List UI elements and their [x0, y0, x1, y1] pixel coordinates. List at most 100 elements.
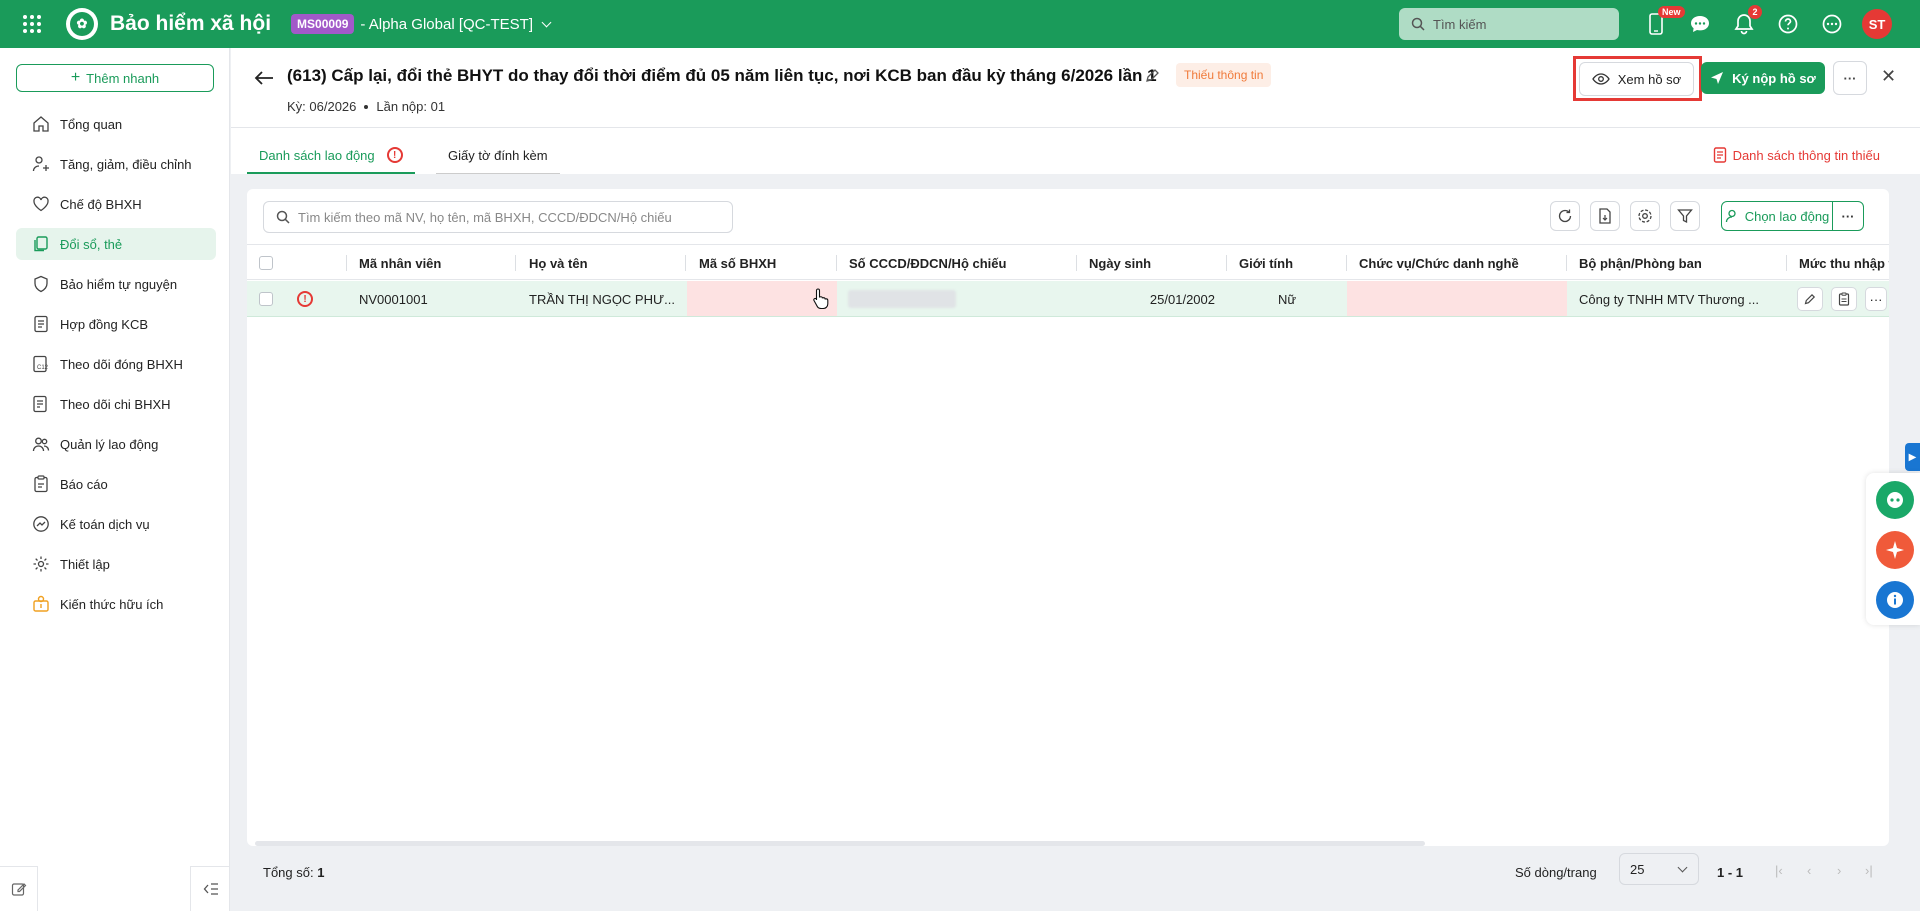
feedback-button[interactable] [0, 866, 38, 911]
sidebar-item-labor-management[interactable]: Quản lý lao động [16, 428, 216, 460]
sidebar-item-card-exchange[interactable]: Đổi sổ, thẻ [16, 228, 216, 260]
sidebar-item-settings[interactable]: Thiết lập [16, 548, 216, 580]
employee-search-input[interactable]: Tìm kiếm theo mã NV, họ tên, mã BHXH, CC… [263, 201, 733, 233]
tabs-bar: Danh sách lao động ! Giấy tờ đính kèm Da… [231, 128, 1920, 174]
table-row[interactable]: ! NV0001001 TRẦN THỊ NGỌC PHƯ... 25/01/2… [247, 281, 1889, 317]
employee-table-card: Tìm kiếm theo mã NV, họ tên, mã BHXH, CC… [247, 189, 1889, 885]
collapse-sidebar-button[interactable] [190, 866, 230, 911]
sidebar-item-label: Đổi sổ, thẻ [60, 236, 123, 252]
row-checkbox[interactable] [259, 292, 273, 306]
total-value: 1 [317, 865, 325, 880]
column-header[interactable]: Bộ phận/Phòng ban [1567, 245, 1787, 279]
tenant-code-badge[interactable]: MS00009 [291, 14, 355, 34]
refresh-button[interactable] [1550, 201, 1580, 231]
choose-employee-button[interactable]: Chọn lao động [1721, 201, 1833, 231]
edit-title-icon[interactable] [1145, 68, 1160, 83]
apps-grid-icon[interactable] [21, 13, 43, 35]
more-circle-icon [1822, 14, 1842, 34]
tab-label: Giấy tờ đính kèm [448, 148, 548, 163]
people-icon [32, 437, 50, 452]
filter-button[interactable] [1670, 201, 1700, 231]
close-icon[interactable]: ✕ [1881, 66, 1896, 87]
scrollbar-thumb[interactable] [255, 841, 1425, 846]
sidebar-item-payout-tracking[interactable]: Theo dõi chi BHXH [16, 388, 216, 420]
top-bar: ✿ Bảo hiểm xã hội MS00009 - Alpha Global… [0, 0, 1920, 48]
employee-search-placeholder: Tìm kiếm theo mã NV, họ tên, mã BHXH, CC… [298, 209, 672, 225]
sidebar-item-service-accounting[interactable]: Kế toán dịch vụ [16, 508, 216, 540]
side-panel-toggle[interactable]: ▶ [1905, 443, 1920, 471]
shield-icon [34, 275, 48, 293]
refresh-icon [1558, 209, 1572, 223]
position-cell[interactable] [1347, 281, 1567, 316]
select-all-checkbox[interactable] [259, 256, 273, 270]
notifications-button[interactable]: 2 [1722, 0, 1766, 48]
collapse-left-icon [203, 883, 218, 895]
mobile-app-button[interactable]: New [1634, 0, 1685, 48]
row-more-button[interactable]: ··· [1865, 287, 1887, 311]
chevron-down-icon[interactable] [541, 17, 552, 27]
row-clipboard-button[interactable] [1831, 287, 1857, 311]
sidebar-item-label: Tổng quan [60, 116, 123, 132]
submission-count-label: Lần nộp: 01 [376, 99, 446, 114]
chat-button[interactable] [1678, 0, 1722, 48]
sidebar-item-reports[interactable]: Báo cáo [16, 468, 216, 500]
quick-add-button[interactable]: + Thêm nhanh [16, 64, 214, 92]
tab-attachments[interactable]: Giấy tờ đính kèm [436, 138, 560, 174]
page-header: (613) Cấp lại, đổi thẻ BHYT do thay đổi … [231, 48, 1920, 128]
sidebar-item-knowledge[interactable]: Kiến thức hữu ích [16, 588, 216, 620]
info-button[interactable] [1876, 581, 1914, 619]
sidebar-nav: Tổng quan Tăng, giảm, điều chỉnh Chế độ … [16, 108, 216, 628]
column-header[interactable]: Mã nhân viên [347, 245, 515, 279]
first-page-icon[interactable]: |‹ [1775, 863, 1783, 878]
row-checkbox-cell[interactable] [249, 281, 273, 316]
tenant-name[interactable]: - Alpha Global [QC-TEST] [360, 16, 533, 33]
sign-submit-button[interactable]: Ký nộp hồ sơ [1701, 62, 1825, 94]
global-search-placeholder: Tìm kiếm [1433, 16, 1487, 32]
sidebar-item-adjustments[interactable]: Tăng, giảm, điều chỉnh [16, 148, 216, 180]
sidebar-item-voluntary-insurance[interactable]: Bảo hiểm tự nguyện [16, 268, 216, 300]
back-arrow-icon[interactable] [253, 68, 275, 88]
sidebar-item-contribution-tracking[interactable]: C12 Theo dõi đóng BHXH [16, 348, 216, 380]
prev-page-icon[interactable]: ‹ [1807, 863, 1811, 878]
more-apps-button[interactable] [1810, 0, 1854, 48]
ai-assistant-button[interactable] [1876, 531, 1914, 569]
rows-per-page-value: 25 [1630, 861, 1645, 877]
missing-info-link[interactable]: Danh sách thông tin thiếu [1713, 147, 1880, 163]
row-edit-button[interactable] [1797, 287, 1823, 311]
gear-icon [33, 556, 49, 572]
column-header[interactable]: Chức vụ/Chức danh nghề [1347, 245, 1567, 279]
user-avatar[interactable]: ST [1862, 9, 1892, 39]
export-button[interactable] [1590, 201, 1620, 231]
select-all-checkbox-cell[interactable] [249, 245, 273, 279]
next-page-icon[interactable]: › [1837, 863, 1841, 878]
help-button[interactable] [1766, 0, 1810, 48]
column-header[interactable]: Họ và tên [517, 245, 685, 279]
more-actions-button[interactable]: ··· [1833, 61, 1867, 95]
warning-icon: ! [386, 147, 403, 163]
column-header[interactable]: Giới tính [1227, 245, 1347, 279]
column-settings-button[interactable] [1630, 201, 1660, 231]
last-page-icon[interactable]: ›| [1865, 863, 1873, 878]
column-header[interactable]: Số CCCD/ĐDCN/Hộ chiếu [837, 245, 1077, 279]
sidebar-item-benefits[interactable]: Chế độ BHXH [16, 188, 216, 220]
chatbot-button[interactable] [1876, 481, 1914, 519]
choose-employee-more-button[interactable]: ··· [1832, 201, 1864, 231]
total-label: Tổng số: [263, 865, 314, 880]
sidebar-item-medical-contract[interactable]: Hợp đồng KCB [16, 308, 216, 340]
highlight-frame [1573, 56, 1702, 101]
sidebar-item-label: Chế độ BHXH [60, 196, 142, 212]
sign-submit-label: Ký nộp hồ sơ [1732, 70, 1816, 86]
tab-employee-list[interactable]: Danh sách lao động ! [247, 138, 415, 174]
column-header[interactable]: Ngày sinh [1077, 245, 1227, 279]
global-search-input[interactable]: Tìm kiếm [1399, 8, 1619, 40]
column-header[interactable]: Mã số BHXH [687, 245, 837, 279]
document-list-icon [1713, 147, 1726, 163]
sidebar-item-overview[interactable]: Tổng quan [16, 108, 216, 140]
rows-per-page-select[interactable]: 25 [1619, 853, 1699, 885]
chat-icon [1691, 16, 1709, 32]
contract-icon [34, 315, 48, 333]
help-icon [1778, 14, 1798, 34]
svg-text:C12: C12 [37, 365, 49, 371]
send-icon [1711, 72, 1724, 84]
column-header[interactable]: Mức thu nhập thá [1787, 245, 1889, 279]
